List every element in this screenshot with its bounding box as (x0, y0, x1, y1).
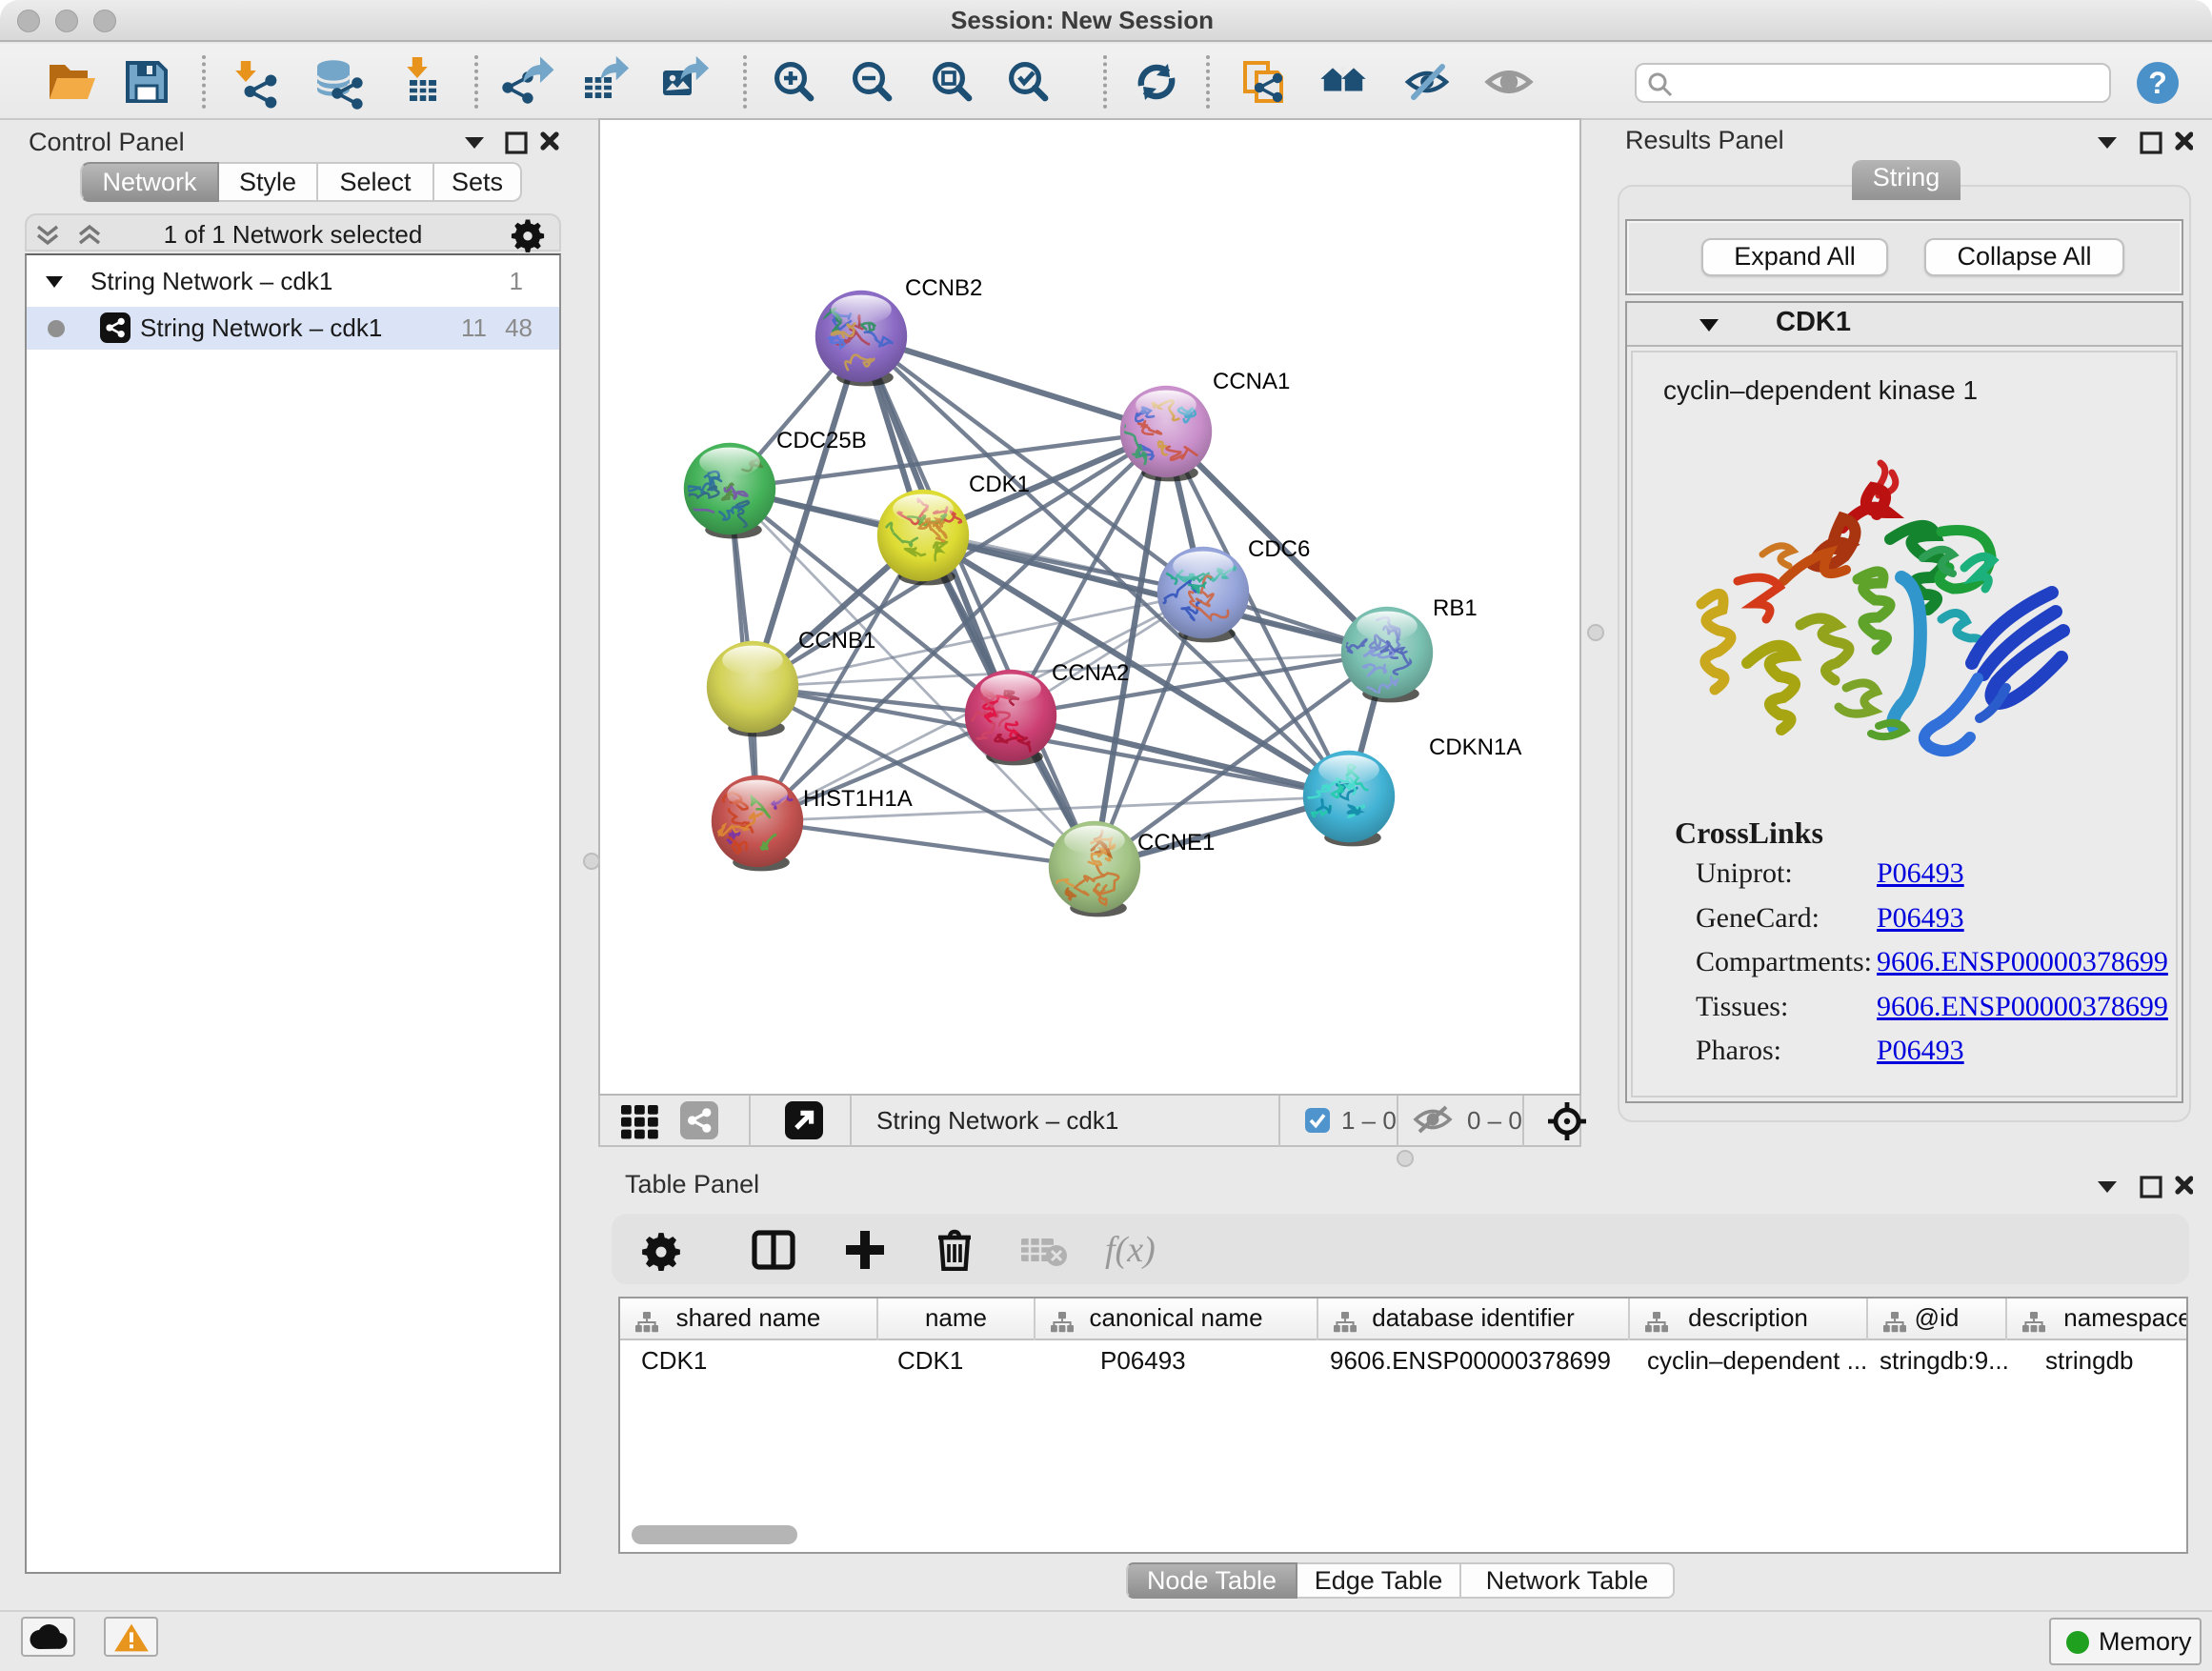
svg-text:RB1: RB1 (1433, 595, 1478, 621)
svg-text:CCNA1: CCNA1 (1213, 369, 1290, 394)
svg-text:CCNB1: CCNB1 (798, 628, 875, 654)
svg-text:CDC6: CDC6 (1248, 536, 1310, 562)
svg-text:HIST1H1A: HIST1H1A (803, 786, 913, 812)
svg-text:CDKN1A: CDKN1A (1429, 735, 1521, 760)
svg-text:CCNB2: CCNB2 (905, 275, 982, 301)
svg-text:CCNE1: CCNE1 (1137, 830, 1215, 856)
svg-text:CDC25B: CDC25B (776, 428, 867, 453)
svg-text:?: ? (2148, 66, 2167, 100)
svg-text:f(x): f(x) (1105, 1230, 1156, 1270)
svg-text:CCNA2: CCNA2 (1052, 660, 1129, 686)
svg-text:CDK1: CDK1 (969, 472, 1030, 497)
